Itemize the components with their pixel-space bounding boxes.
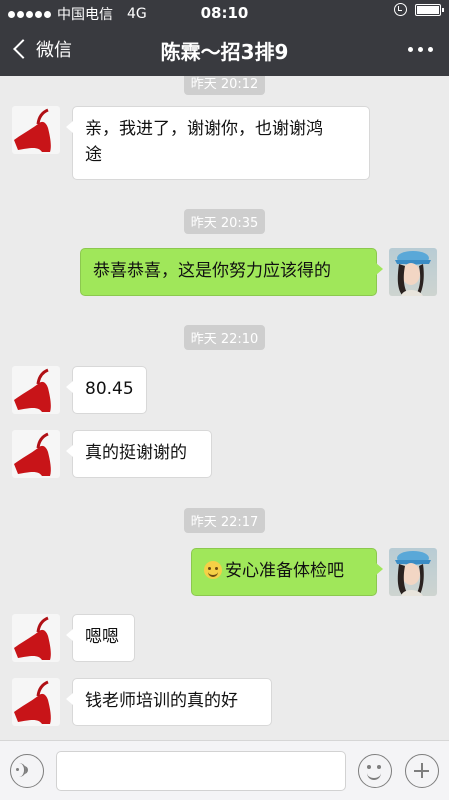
- red-shoe-image: [14, 368, 51, 412]
- red-shoe-image: [14, 616, 51, 660]
- contact-avatar[interactable]: [12, 678, 60, 726]
- message-outgoing[interactable]: 安心准备体检吧: [191, 548, 383, 596]
- girl-photo-image: [395, 251, 431, 296]
- message-text: 80.45: [85, 379, 134, 399]
- status-right: [394, 3, 444, 16]
- message-text-line: 亲，我进了，谢谢你，也谢谢鸿: [85, 119, 323, 139]
- red-shoe-image: [14, 108, 51, 152]
- smiling-face-emoji-icon: [204, 561, 222, 579]
- plus-icon[interactable]: [405, 754, 439, 788]
- contact-avatar[interactable]: [12, 106, 60, 154]
- message-text: 嗯嗯: [85, 627, 119, 647]
- message-text: 钱老师培训的真的好: [85, 691, 238, 711]
- timestamp-label: 昨天 22:17: [183, 508, 266, 533]
- timestamp-label: 昨天 20:12: [183, 76, 266, 95]
- input-bar: [0, 740, 449, 800]
- nav-bar: 微信 陈霖～招3排9: [0, 24, 449, 76]
- status-bar: 中国电信 4G 08:10: [0, 0, 449, 24]
- timestamp: 昨天 20:12: [0, 76, 449, 95]
- contact-avatar[interactable]: [12, 614, 60, 662]
- message-input[interactable]: [56, 751, 346, 791]
- message-text-line: 途: [85, 145, 102, 165]
- red-shoe-image: [14, 432, 51, 476]
- timestamp: 昨天 20:35: [0, 209, 449, 234]
- timestamp-label: 昨天 22:10: [183, 325, 266, 350]
- contact-avatar[interactable]: [12, 366, 60, 414]
- message-incoming[interactable]: 真的挺谢谢的: [66, 430, 212, 478]
- message-text: 安心准备体检吧: [225, 561, 344, 581]
- rotation-lock-icon: [394, 3, 407, 16]
- message-text: 真的挺谢谢的: [85, 443, 187, 463]
- battery-icon: [415, 3, 444, 16]
- message-text: 恭喜恭喜，这是你努力应该得的: [93, 261, 331, 281]
- contact-avatar[interactable]: [12, 430, 60, 478]
- red-shoe-image: [14, 680, 51, 724]
- emoji-icon[interactable]: [358, 754, 392, 788]
- status-time: 08:10: [200, 4, 249, 22]
- chat-title: 陈霖～招3排9: [160, 40, 289, 64]
- timestamp: 昨天 22:17: [0, 508, 449, 533]
- message-incoming[interactable]: 亲，我进了，谢谢你，也谢谢鸿 途: [66, 106, 370, 180]
- message-incoming[interactable]: 80.45: [66, 366, 147, 414]
- message-incoming[interactable]: 嗯嗯: [66, 614, 135, 662]
- timestamp-label: 昨天 20:35: [183, 209, 266, 234]
- message-incoming[interactable]: 钱老师培训的真的好: [66, 678, 272, 726]
- chat-area[interactable]: 昨天 20:12 亲，我进了，谢谢你，也谢谢鸿 途 昨天 20:35 恭喜恭喜，…: [0, 76, 449, 740]
- girl-photo-image: [395, 551, 431, 596]
- more-dots-icon[interactable]: [408, 47, 433, 52]
- timestamp: 昨天 22:10: [0, 325, 449, 350]
- message-outgoing[interactable]: 恭喜恭喜，这是你努力应该得的: [80, 248, 383, 296]
- my-avatar[interactable]: [389, 548, 437, 596]
- my-avatar[interactable]: [389, 248, 437, 296]
- top-bar: 中国电信 4G 08:10 微信 陈霖～招3排9: [0, 0, 449, 76]
- voice-icon[interactable]: [10, 754, 44, 788]
